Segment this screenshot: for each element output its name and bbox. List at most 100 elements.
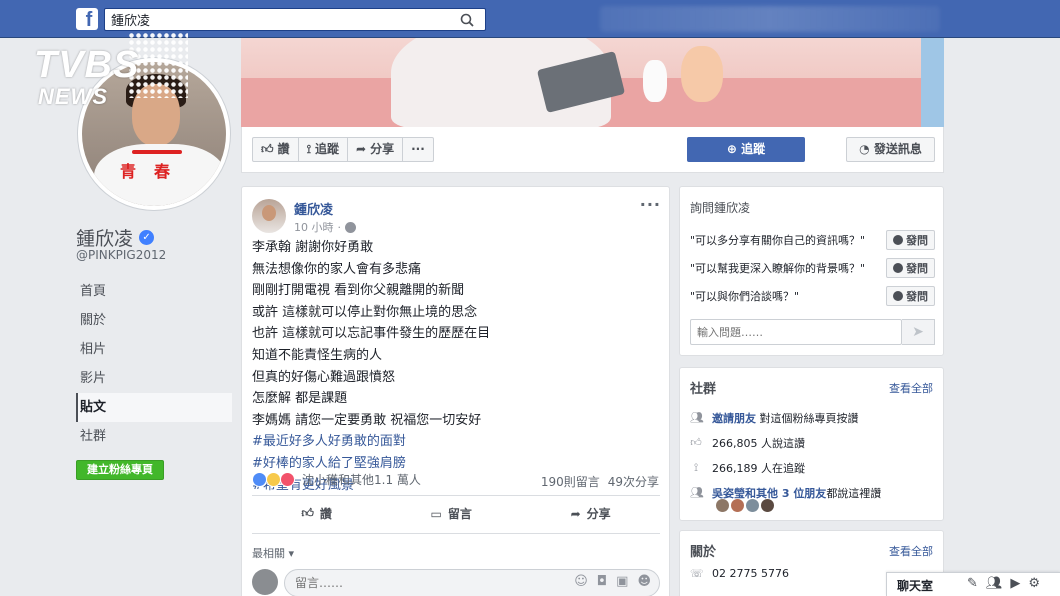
messenger-icon: ◔ [859, 142, 870, 156]
page-button-group: 👍︎ 讚 ⟟ 追蹤 ➦ 分享 ··· [252, 137, 434, 162]
share-post-button[interactable]: ➦ 分享 [571, 505, 611, 522]
phone-row: ☏ 02 2775 5776 [690, 566, 789, 580]
post-line: 無法想像你的家人會有多悲痛 [252, 261, 422, 277]
share-page-button[interactable]: ➦ 分享 [348, 138, 404, 161]
ask-question-button[interactable]: 發問 [886, 286, 935, 306]
share-arrow-icon: ➦ [570, 506, 581, 521]
compose-icon[interactable]: ✎ [967, 576, 978, 591]
search-icon[interactable] [449, 9, 485, 30]
suggested-question: "可以與你們洽談嗎？" 發問 [690, 285, 935, 307]
cover-pig-figure [681, 46, 723, 102]
settings-gear-icon[interactable]: ⚙ [1028, 576, 1040, 591]
follows-row: ⟟ 266,189 人在追蹤 [690, 460, 805, 476]
search-box[interactable] [104, 8, 486, 31]
chat-label[interactable]: 聊天室 [897, 577, 933, 594]
page-left-navigation: 首頁 關於 相片 影片 貼文 社群 [76, 277, 232, 451]
hashtag-link[interactable]: #最近好多人好勇敢的面對 [252, 431, 662, 453]
post-author-name[interactable]: 鍾欣凌 [294, 199, 333, 218]
rss-icon: ⟟ [306, 142, 312, 156]
about-title: 關於 [690, 545, 717, 560]
question-input[interactable] [691, 321, 891, 343]
nav-item-photos[interactable]: 相片 [76, 335, 232, 364]
page-action-bar: 👍︎ 讚 ⟟ 追蹤 ➦ 分享 ··· ⊕ 追蹤 ◔ 發送訊息 [241, 127, 944, 173]
community-card: 社群 查看全部 👥︎ 邀請朋友 對這個粉絲專頁按讚 👍︎ 266,805 人說這… [679, 367, 944, 521]
post-timestamp[interactable]: 10 小時 · [294, 219, 356, 235]
cover-bunny-figure [643, 60, 667, 102]
post-line: 或許 這樣就可以停止對你無止境的思念 [252, 304, 478, 320]
post-line: 知道不能責怪生病的人 [252, 347, 383, 363]
avatar[interactable] [746, 499, 759, 512]
friends-icon: 👥︎ [690, 486, 704, 499]
video-call-icon[interactable]: ▶ [1010, 576, 1020, 591]
community-title: 社群 [690, 382, 717, 397]
page-handle[interactable]: @PINKPIG2012 [76, 248, 166, 262]
about-see-all-link[interactable]: 查看全部 [889, 543, 933, 559]
question-box[interactable] [690, 319, 902, 345]
suggested-question: "可以多分享有關你自己的資訊嗎？" 發問 [690, 229, 935, 251]
nav-item-about[interactable]: 關於 [76, 306, 232, 335]
comment-input[interactable] [295, 574, 555, 592]
avatar[interactable] [731, 499, 744, 512]
gif-icon[interactable]: ▣ [616, 574, 628, 589]
search-input[interactable] [105, 9, 445, 30]
invite-friends-link[interactable]: 邀請朋友 [712, 412, 756, 425]
like-post-button[interactable]: 👍︎ 讚 [301, 505, 332, 522]
avatar[interactable] [761, 499, 774, 512]
avatar[interactable] [716, 499, 729, 512]
send-question-icon[interactable]: ➤ [902, 319, 935, 345]
follow-small-button[interactable]: ⟟ 追蹤 [299, 138, 349, 161]
nav-item-videos[interactable]: 影片 [76, 364, 232, 393]
rss-icon: ⟟ [693, 461, 699, 474]
post-card: 鍾欣凌 10 小時 · ··· 李承翰 謝謝你好勇敢 無法想像你的家人會有多悲痛… [241, 186, 670, 596]
post-options-icon[interactable]: ··· [640, 195, 661, 214]
ask-question-button[interactable]: 發問 [886, 230, 935, 250]
create-page-button[interactable]: 建立粉絲專頁 [76, 460, 164, 480]
like-page-button[interactable]: 👍︎ 讚 [253, 138, 299, 161]
share-arrow-icon: ➦ [356, 142, 367, 156]
comment-box[interactable]: ☺ ◘ ▣ ☻ [284, 569, 660, 596]
messenger-icon [893, 291, 903, 301]
follow-button[interactable]: ⊕ 追蹤 [687, 137, 805, 162]
thumbs-up-icon: 👍︎ [690, 436, 702, 449]
facebook-logo-icon[interactable]: f [76, 8, 98, 30]
friends-avatars [716, 499, 774, 512]
more-options-button[interactable]: ··· [403, 138, 433, 161]
shirt-lettering: 青春 [120, 162, 189, 181]
camera-icon[interactable]: ◘ [597, 574, 607, 589]
post-line: 也許 這樣就可以忘記事件發生的歷歷在目 [252, 326, 491, 342]
ask-question-button[interactable]: 發問 [886, 258, 935, 278]
cover-photo[interactable] [241, 38, 944, 127]
group-chat-icon[interactable]: 👥︎ [986, 576, 1003, 591]
post-author-avatar[interactable] [252, 199, 286, 233]
comment-sort-dropdown[interactable]: 最相關 ▾ [252, 545, 294, 561]
like-reaction-icon [252, 472, 267, 487]
comment-bubble-icon: ▭ [430, 506, 442, 521]
nav-item-home[interactable]: 首頁 [76, 277, 232, 306]
globe-icon [345, 221, 356, 233]
verified-badge-icon: ✓ [139, 230, 155, 245]
sticker-icon[interactable]: ☻ [637, 574, 651, 589]
comment-tools: ☺ ◘ ▣ ☻ [574, 574, 651, 589]
page-title[interactable]: 鍾欣凌 ✓ [76, 224, 155, 251]
divider [252, 495, 660, 496]
nav-item-community[interactable]: 社群 [76, 422, 232, 451]
post-body: 李承翰 謝謝你好勇敢 無法想像你的家人會有多悲痛 剛剛打開電視 看到你父親離開的… [252, 237, 662, 496]
commenter-avatar [252, 569, 278, 595]
post-line: 李承翰 謝謝你好勇敢 [252, 240, 374, 255]
thumbs-up-icon: 👍︎ [301, 506, 314, 520]
divider [252, 533, 660, 534]
love-reaction-icon [280, 472, 295, 487]
emoji-icon[interactable]: ☺ [574, 574, 588, 589]
shares-count[interactable]: 49次分享 [608, 473, 659, 490]
comment-post-button[interactable]: ▭ 留言 [431, 505, 472, 522]
comments-count[interactable]: 190則留言 [541, 473, 600, 490]
thumbs-up-icon: 👍︎ [261, 142, 274, 156]
nav-item-posts[interactable]: 貼文 [76, 393, 232, 422]
invite-friends-row: 👥︎ 邀請朋友 對這個粉絲專頁按讚 [690, 411, 859, 426]
reaction-summary[interactable]: 沈小穫和其他1.1 萬人 [252, 471, 421, 488]
chat-bar[interactable]: 聊天室 ✎ 👥︎ ▶ ⚙ [886, 572, 1060, 596]
send-message-button[interactable]: ◔ 發送訊息 [846, 137, 935, 162]
community-see-all-link[interactable]: 查看全部 [889, 380, 933, 396]
messenger-icon [893, 263, 903, 273]
post-action-row: 👍︎ 讚 ▭ 留言 ➦ 分享 [252, 505, 660, 522]
